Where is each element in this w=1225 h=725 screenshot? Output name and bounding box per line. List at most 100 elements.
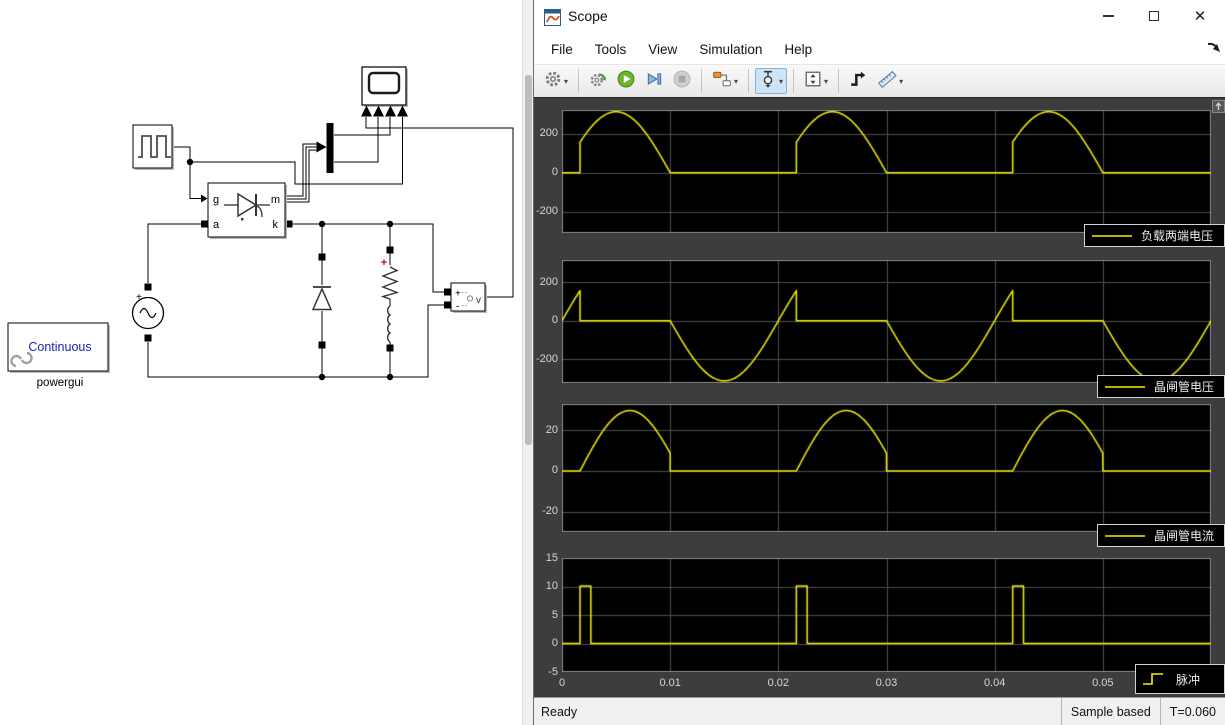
- legend-label: 晶闸管电流: [1154, 529, 1215, 543]
- gear-button[interactable]: ▾: [540, 68, 572, 94]
- maximize-button[interactable]: [1129, 0, 1179, 32]
- cursor-measure-button[interactable]: ▾: [755, 68, 788, 94]
- simulink-canvas[interactable]: g a m k + + + - v Continuous powergui: [0, 0, 533, 725]
- y-tick-label: 200: [539, 127, 558, 139]
- menubar: File Tools View Simulation Help: [534, 34, 1225, 64]
- y-tick-label: 0: [551, 314, 558, 327]
- wire-cathode-bus[interactable]: [289, 223, 448, 293]
- ruler-button[interactable]: ▾: [873, 68, 907, 94]
- vm-plus-label: +: [455, 289, 461, 300]
- resistor-icon: [380, 266, 400, 300]
- run-button[interactable]: [613, 68, 639, 94]
- dropdown-arrow-icon[interactable]: ▾: [899, 77, 903, 86]
- minimize-button[interactable]: [1083, 0, 1133, 32]
- scope-plot-area[interactable]: 200 0 -200 负载两端电压 200 0 -200 晶闸管电压 20 0 -20 晶闸管电流 15…: [534, 98, 1225, 697]
- y-tick-label: 15: [545, 551, 558, 564]
- pulse-generator-block[interactable]: [132, 124, 174, 170]
- waveform-plot-0[interactable]: [562, 110, 1211, 233]
- expand-panel-button[interactable]: [1212, 100, 1225, 113]
- trigger-icon: [849, 70, 867, 93]
- cursor-measure-icon: [759, 70, 777, 93]
- y-tick-label: -20: [542, 505, 558, 518]
- wire-m-bundle-3[interactable]: [285, 149, 317, 203]
- powergui-name-label: powergui: [37, 377, 84, 389]
- x-tick-label: 0.01: [659, 677, 681, 689]
- dropdown-arrow-icon[interactable]: ▾: [824, 77, 828, 86]
- y-tick-label: 200: [539, 275, 558, 288]
- stop-button[interactable]: [669, 68, 695, 94]
- arrow-gate: [201, 194, 208, 203]
- menu-simulation[interactable]: Simulation: [688, 38, 773, 61]
- port-label-a: a: [213, 219, 220, 231]
- legend-plot-1: 晶闸管电压: [1097, 375, 1225, 398]
- toolbar: ▾ ▾ ▾ ▾ ▾: [534, 64, 1225, 98]
- menu-help[interactable]: Help: [773, 38, 823, 61]
- powergui-block[interactable]: Continuous powergui: [7, 322, 110, 389]
- dropdown-arrow-icon[interactable]: ▾: [734, 77, 738, 86]
- scope-screen-icon: [367, 71, 401, 95]
- wire-junctions: [186, 141, 394, 381]
- wire-m-bundle-2[interactable]: [285, 146, 317, 200]
- gear-icon: [544, 70, 562, 93]
- wire-bottom-bus[interactable]: [147, 304, 448, 378]
- wire-demux-out2[interactable]: [334, 117, 379, 163]
- inductor-icon: [386, 305, 392, 343]
- wire-pulse-to-scope4[interactable]: [190, 117, 403, 185]
- fit-view-button[interactable]: ▾: [800, 68, 832, 94]
- dropdown-arrow-icon[interactable]: ▾: [564, 77, 568, 86]
- gear-refresh-button[interactable]: [585, 68, 611, 94]
- vm-minus-label: -: [456, 302, 459, 313]
- step-forward-button[interactable]: [641, 68, 667, 94]
- x-tick-label: 0.02: [767, 677, 790, 689]
- waveform-plot-2[interactable]: [562, 404, 1211, 532]
- waveform-plot-3[interactable]: [562, 558, 1211, 672]
- trigger-button[interactable]: [845, 68, 871, 94]
- close-button[interactable]: ✕: [1175, 0, 1225, 32]
- y-tick-label: -200: [535, 205, 558, 218]
- titlebar[interactable]: Scope ✕: [534, 0, 1225, 34]
- wire-vm-to-scope1[interactable]: [365, 117, 514, 298]
- scope-block[interactable]: [361, 66, 408, 117]
- menu-file[interactable]: File: [540, 38, 584, 61]
- x-tick-label: 0.03: [875, 677, 898, 689]
- minimize-icon: [1102, 15, 1114, 17]
- statusbar: Ready Sample based T=0.060: [534, 697, 1225, 725]
- waveform-plot-1[interactable]: [562, 260, 1211, 383]
- status-cell-0: Sample based: [1060, 698, 1160, 725]
- rl-load-block[interactable]: +: [380, 257, 400, 343]
- vm-v-label: v: [476, 295, 481, 306]
- legend-label: 晶闸管电压: [1154, 380, 1215, 394]
- signal-selector-icon: [712, 70, 732, 93]
- signal-selector-button[interactable]: ▾: [708, 68, 742, 94]
- wire-source-to-anode[interactable]: [147, 223, 204, 283]
- scrollbar-thumb[interactable]: [525, 75, 532, 445]
- demux-block[interactable]: [326, 123, 334, 173]
- thyristor-block[interactable]: g a m k: [207, 182, 287, 239]
- menu-tools[interactable]: Tools: [584, 38, 638, 61]
- wire-m-bundle-1[interactable]: [285, 143, 317, 197]
- y-tick-label: 5: [551, 608, 558, 621]
- diode-block[interactable]: [311, 286, 333, 311]
- status-cell-1: T=0.060: [1159, 698, 1225, 725]
- expand-arrow-icon: [1215, 102, 1222, 110]
- dock-arrow-icon[interactable]: [1207, 40, 1221, 54]
- junction-dot: [318, 220, 326, 228]
- legend-plot-3: 脉冲: [1135, 664, 1225, 694]
- window-title: Scope: [568, 8, 608, 24]
- voltage-measurement-block[interactable]: + - v: [450, 282, 487, 313]
- dropdown-arrow-icon[interactable]: ▾: [779, 77, 783, 86]
- wire-pulse-to-gate[interactable]: [172, 146, 202, 199]
- y-tick-label: 0: [551, 464, 558, 477]
- simulink-vertical-scrollbar[interactable]: [522, 0, 533, 725]
- powergui-mode-label: Continuous: [28, 340, 91, 354]
- menu-view[interactable]: View: [637, 38, 688, 61]
- ac-voltage-source-block[interactable]: +: [131, 292, 165, 330]
- y-tick-label: -200: [535, 352, 558, 365]
- legend-plot-2: 晶闸管电流: [1097, 524, 1225, 547]
- legend-plot-0: 负载两端电压: [1084, 224, 1225, 247]
- toolbar-separator: [748, 69, 750, 93]
- y-tick-label: 0: [551, 637, 558, 649]
- legend-line-marker: [1092, 234, 1132, 237]
- wire-demux-out1[interactable]: [334, 117, 391, 136]
- scope-input-ports: [361, 105, 408, 117]
